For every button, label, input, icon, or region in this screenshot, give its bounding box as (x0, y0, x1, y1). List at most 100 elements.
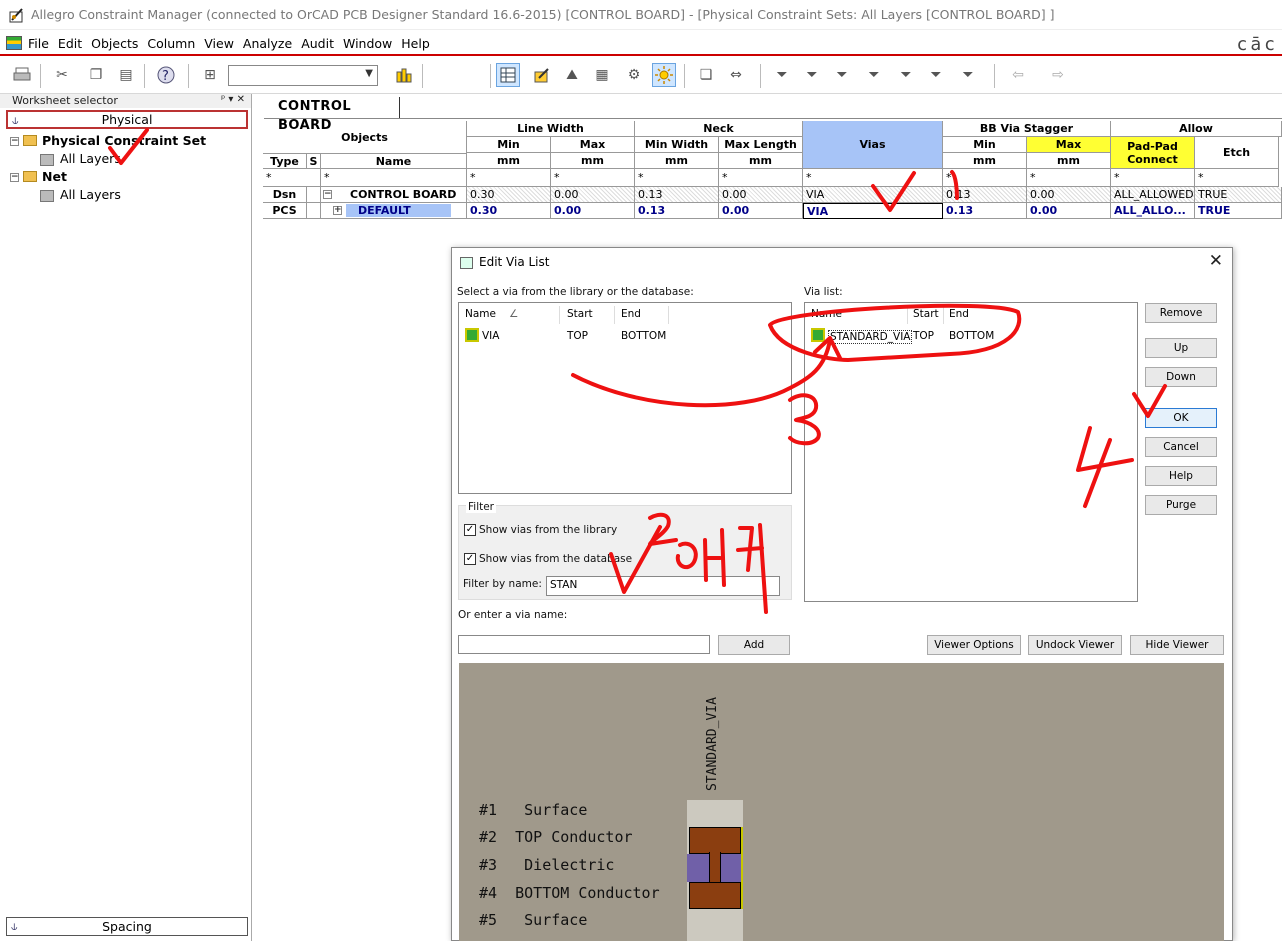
cell-bb-min[interactable]: 0.13 (943, 203, 1027, 219)
menu-objects[interactable]: Objects (91, 36, 138, 51)
col-header-start[interactable]: Start (913, 308, 939, 320)
cell-lw-min[interactable]: 0.30 (467, 187, 551, 203)
object-filter-icon[interactable]: ⊞ (198, 63, 222, 87)
ok-button[interactable]: OK (1145, 408, 1217, 428)
filter-icon-4[interactable]: ⏷ (862, 63, 886, 87)
table-row-name[interactable]: − CONTROL BOARD (321, 187, 467, 203)
filter-icon-7[interactable]: ⏷ (956, 63, 980, 87)
col-header-name[interactable]: Name (811, 308, 842, 320)
table-icon[interactable]: ▦ (590, 63, 614, 87)
menu-column[interactable]: Column (147, 36, 195, 51)
component-icon[interactable]: ⚙ (622, 63, 646, 87)
cell-lw-max[interactable]: 0.00 (551, 187, 635, 203)
help-button[interactable]: Help (1145, 466, 1217, 486)
filter-cell[interactable]: * (321, 169, 467, 187)
forward-icon[interactable]: ⇨ (1046, 63, 1070, 87)
list-item[interactable]: STANDARD_VIA (828, 330, 913, 344)
cell-lw-max[interactable]: 0.00 (551, 203, 635, 219)
cell-bb-max[interactable]: 0.00 (1027, 203, 1111, 219)
cell-neck-min[interactable]: 0.13 (635, 187, 719, 203)
col-header-end[interactable]: End (949, 308, 969, 320)
cell-bb-min[interactable]: 0.13 (943, 187, 1027, 203)
filter-cell[interactable]: * (943, 169, 1027, 187)
cell-bb-max[interactable]: 0.00 (1027, 187, 1111, 203)
menu-view[interactable]: View (204, 36, 234, 51)
panel-controls[interactable]: ᵖ ▾ ✕ (221, 94, 245, 105)
col-header-end[interactable]: End (621, 308, 641, 320)
connect-icon[interactable]: ⇔ (724, 63, 748, 87)
filter-cell[interactable]: * (635, 169, 719, 187)
menu-edit[interactable]: Edit (58, 36, 82, 51)
filter-cell[interactable]: * (1195, 169, 1279, 187)
cell-etch[interactable]: TRUE (1195, 187, 1282, 203)
hide-viewer-button[interactable]: Hide Viewer (1130, 635, 1224, 655)
cell-neck-max[interactable]: 0.00 (719, 203, 803, 219)
up-button[interactable]: Up (1145, 338, 1217, 358)
add-button[interactable]: Add (718, 635, 790, 655)
show-database-checkbox[interactable]: ✓ (464, 553, 476, 565)
cell-padpad[interactable]: ALL_ALLOWED (1111, 187, 1195, 203)
list-item[interactable]: VIA (482, 330, 499, 342)
menu-file[interactable]: File (28, 36, 49, 51)
library-via-list[interactable]: Name ∠ Start End VIA TOP BOTTOM (458, 302, 792, 494)
tree-item-net-all-layers[interactable]: All Layers (10, 186, 206, 204)
col-vias[interactable]: Vias (803, 121, 943, 169)
menu-audit[interactable]: Audit (301, 36, 334, 51)
expand-icon[interactable]: + (333, 206, 342, 215)
collapse-icon[interactable]: − (323, 190, 332, 199)
filter-icon-5[interactable]: ⏷ (894, 63, 918, 87)
menu-window[interactable]: Window (343, 36, 392, 51)
undock-viewer-button[interactable]: Undock Viewer (1028, 635, 1122, 655)
viewer-options-button[interactable]: Viewer Options (927, 635, 1021, 655)
physical-tab[interactable]: ⫝ Physical (6, 110, 248, 129)
menu-analyze[interactable]: Analyze (243, 36, 292, 51)
filter-cell[interactable]: * (803, 169, 943, 187)
filter-cell[interactable]: * (1111, 169, 1195, 187)
filter-cell[interactable]: * (263, 169, 321, 187)
group-icon[interactable]: ⛰ (560, 63, 584, 87)
filter-cell[interactable]: * (467, 169, 551, 187)
cell-vias[interactable]: VIA (803, 187, 943, 203)
collapse-icon[interactable]: − (10, 173, 19, 182)
cut-icon[interactable]: ✂ (50, 63, 74, 87)
show-library-checkbox[interactable]: ✓ (464, 524, 476, 536)
edit-icon[interactable] (530, 63, 554, 87)
filter-icon-6[interactable]: ⏷ (924, 63, 948, 87)
tree-item-pcs-all-layers[interactable]: All Layers (10, 150, 206, 168)
back-icon[interactable]: ⇦ (1006, 63, 1030, 87)
chart-icon[interactable] (392, 63, 416, 87)
print-icon[interactable] (10, 63, 34, 87)
cell-padpad[interactable]: ALL_ALLO... (1111, 203, 1195, 219)
filter-icon-2[interactable]: ⏷ (800, 63, 824, 87)
filter-cell[interactable]: * (551, 169, 635, 187)
tree-item-physical-constraint-set[interactable]: − Physical Constraint Set (10, 132, 206, 150)
via-name-input[interactable] (458, 635, 710, 654)
down-button[interactable]: Down (1145, 367, 1217, 387)
toolbar-combo[interactable]: ▼ (228, 65, 378, 86)
filter-icon-1[interactable]: ⏷ (770, 63, 794, 87)
col-header-name[interactable]: Name (465, 308, 496, 320)
cell-neck-min[interactable]: 0.13 (635, 203, 719, 219)
close-icon[interactable]: ✕ (1209, 251, 1223, 271)
spacing-tab[interactable]: ⫝ Spacing (6, 917, 248, 936)
cell-lw-min[interactable]: 0.30 (467, 203, 551, 219)
help-icon[interactable]: ? (154, 63, 178, 87)
filter-icon-3[interactable]: ⏷ (830, 63, 854, 87)
highlight-icon[interactable] (652, 63, 676, 87)
filter-name-input[interactable]: STAN (546, 576, 780, 596)
copy-icon[interactable]: ❐ (84, 63, 108, 87)
col-header-start[interactable]: Start (567, 308, 593, 320)
remove-button[interactable]: Remove (1145, 303, 1217, 323)
filter-cell[interactable]: * (719, 169, 803, 187)
purge-button[interactable]: Purge (1145, 495, 1217, 515)
selected-via-list[interactable]: Name Start End STANDARD_VIA TOP BOTTOM (804, 302, 1138, 602)
menu-help[interactable]: Help (401, 36, 430, 51)
cancel-button[interactable]: Cancel (1145, 437, 1217, 457)
worksheet-grid-icon[interactable] (496, 63, 520, 87)
tree-item-net[interactable]: − Net (10, 168, 206, 186)
via-stack-viewer[interactable]: STANDARD_VIA #1 Surface #2 TOP Conductor… (459, 663, 1224, 941)
cell-neck-max[interactable]: 0.00 (719, 187, 803, 203)
table-row-name[interactable]: + DEFAULT (321, 203, 467, 219)
collapse-icon[interactable]: − (10, 137, 19, 146)
paste-icon[interactable]: ▤ (114, 63, 138, 87)
